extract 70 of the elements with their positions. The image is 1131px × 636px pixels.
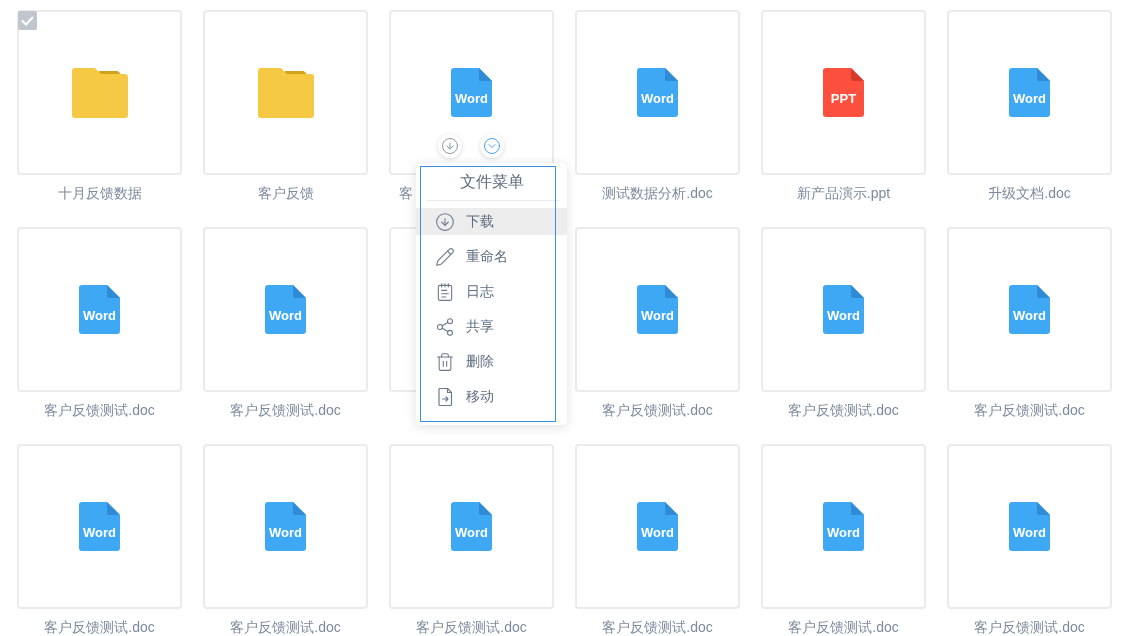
file-name: 新产品演示.ppt <box>796 185 891 201</box>
document-icon: Word <box>637 285 678 334</box>
file-card[interactable]: Word <box>947 227 1112 392</box>
trash-icon <box>435 351 455 372</box>
file-name: 客户反馈测试.doc <box>788 402 899 418</box>
file-card[interactable] <box>203 10 368 175</box>
file-card[interactable]: Word <box>203 444 368 609</box>
file-card[interactable]: Word <box>575 10 740 175</box>
file-card[interactable]: Word <box>947 444 1112 609</box>
document-icon: Word <box>265 285 306 334</box>
file-name: 测试数据分析.doc <box>602 185 713 201</box>
download-button[interactable] <box>438 134 462 158</box>
menu-item[interactable]: 重命名 <box>416 243 567 270</box>
chevron-down-icon <box>483 137 501 155</box>
file-name: 客户反馈 <box>257 185 314 201</box>
file-card[interactable]: Word <box>203 227 368 392</box>
document-icon: PPT <box>823 68 864 117</box>
file-card[interactable]: Word <box>17 227 182 392</box>
menu-item[interactable]: 日志 <box>416 278 567 305</box>
document-icon: Word <box>79 502 120 551</box>
file-card[interactable]: Word <box>575 444 740 609</box>
file-name: 客户反馈测试.doc <box>788 619 899 635</box>
file-card[interactable]: Word <box>761 444 926 609</box>
file-name: 客户反馈测试.doc <box>974 619 1085 635</box>
document-icon: Word <box>637 502 678 551</box>
document-icon: Word <box>1009 68 1050 117</box>
check-icon <box>21 15 34 26</box>
download-icon <box>441 137 459 155</box>
file-card[interactable]: Word <box>947 10 1112 175</box>
document-icon: Word <box>823 502 864 551</box>
file-name: 升级文档.doc <box>988 185 1071 201</box>
document-icon: Word <box>1009 285 1050 334</box>
document-icon: Word <box>451 502 492 551</box>
document-icon: Word <box>265 502 306 551</box>
file-name: 客 <box>399 185 413 201</box>
download-icon <box>435 211 455 232</box>
file-name: 客户反馈测试.doc <box>230 402 341 418</box>
file-card[interactable]: Word <box>761 227 926 392</box>
document-icon: Word <box>79 285 120 334</box>
notepad-icon <box>435 281 455 302</box>
file-name: 客户反馈测试.doc <box>416 619 527 635</box>
file-name: 客户反馈测试.doc <box>974 402 1085 418</box>
menu-title: 文件菜单 <box>458 172 525 192</box>
file-card[interactable]: PPT <box>761 10 926 175</box>
file-name: 客户反馈测试.doc <box>44 619 155 635</box>
file-card[interactable] <box>17 10 182 175</box>
file-name: 客户反馈测试.doc <box>602 619 713 635</box>
document-icon: Word <box>1009 502 1050 551</box>
file-card[interactable]: Word <box>389 10 554 175</box>
document-icon: Word <box>823 285 864 334</box>
folder-icon <box>71 67 128 118</box>
document-icon: Word <box>637 68 678 117</box>
file-card[interactable]: Word <box>575 227 740 392</box>
checkbox[interactable] <box>18 11 37 30</box>
file-name: 客户反馈测试.doc <box>230 619 341 635</box>
file-arrow-icon <box>435 386 455 407</box>
menu-item[interactable]: 移动 <box>416 383 567 410</box>
share-icon <box>435 316 455 337</box>
file-card[interactable]: Word <box>389 444 554 609</box>
file-name: 十月反馈数据 <box>57 185 142 201</box>
file-card[interactable]: Word <box>17 444 182 609</box>
menu-item[interactable]: 删除 <box>416 348 567 375</box>
folder-icon <box>257 67 314 118</box>
menu-item[interactable]: 共享 <box>416 313 567 340</box>
dropdown-button[interactable] <box>480 134 504 158</box>
document-icon: Word <box>451 68 492 117</box>
file-name: 客户反馈测试.doc <box>602 402 713 418</box>
file-name: 客户反馈测试.doc <box>44 402 155 418</box>
menu-item[interactable]: 下载 <box>416 208 567 235</box>
pencil-icon <box>435 246 455 267</box>
